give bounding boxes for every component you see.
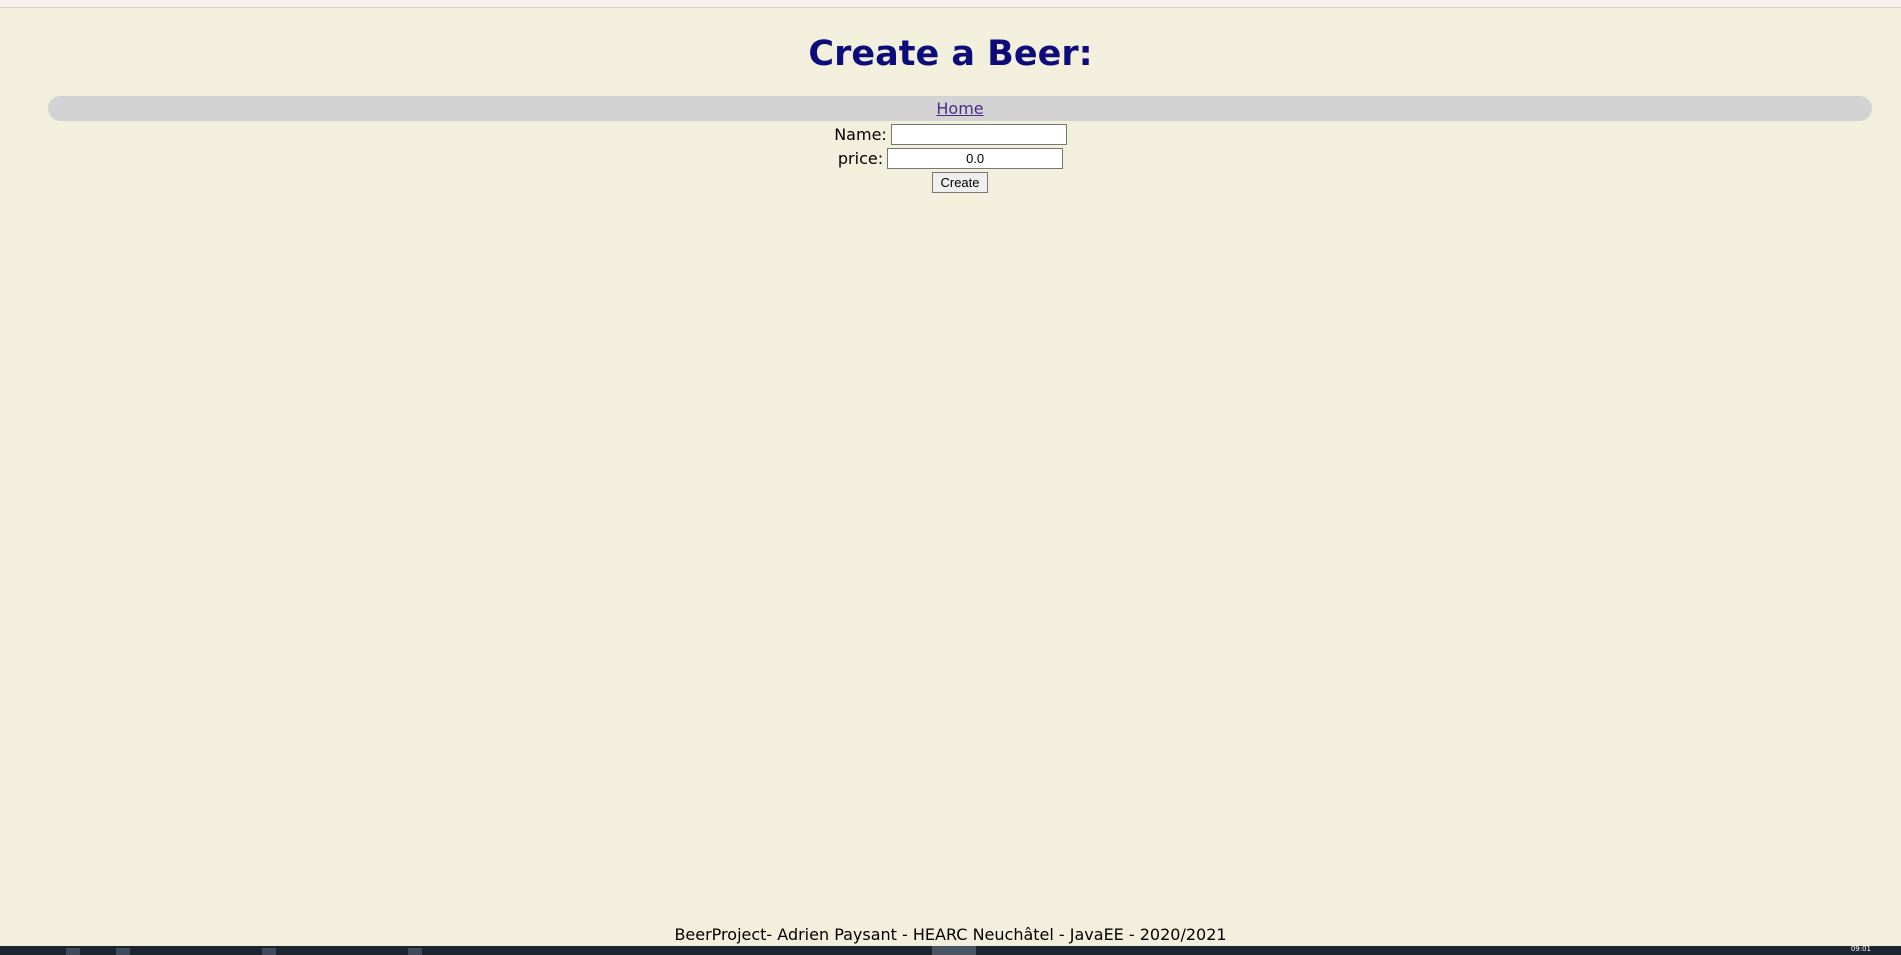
taskbar-app-icon[interactable]	[262, 948, 276, 955]
name-row: Name:	[0, 122, 1901, 145]
taskbar-app-icon[interactable]	[408, 948, 422, 955]
name-label: Name:	[834, 125, 887, 144]
taskbar-app-icon[interactable]	[66, 948, 80, 955]
price-label: price:	[837, 149, 884, 168]
create-button[interactable]: Create	[932, 172, 988, 193]
price-input[interactable]	[887, 148, 1064, 169]
price-row: price:	[0, 146, 1901, 169]
page-title: Create a Beer:	[808, 34, 1093, 74]
taskbar-app-icon[interactable]	[116, 948, 130, 955]
browser-top-border	[0, 0, 1901, 8]
home-link[interactable]: Home	[936, 99, 983, 118]
nav-bar: Home	[48, 96, 1872, 121]
taskbar-clock[interactable]: 09:01	[1851, 946, 1871, 953]
taskbar-active-app[interactable]	[932, 946, 976, 955]
name-input[interactable]	[890, 124, 1067, 145]
footer: BeerProject- Adrien Paysant - HEARC Neuc…	[674, 925, 1227, 944]
os-taskbar: 09:01	[0, 946, 1901, 955]
